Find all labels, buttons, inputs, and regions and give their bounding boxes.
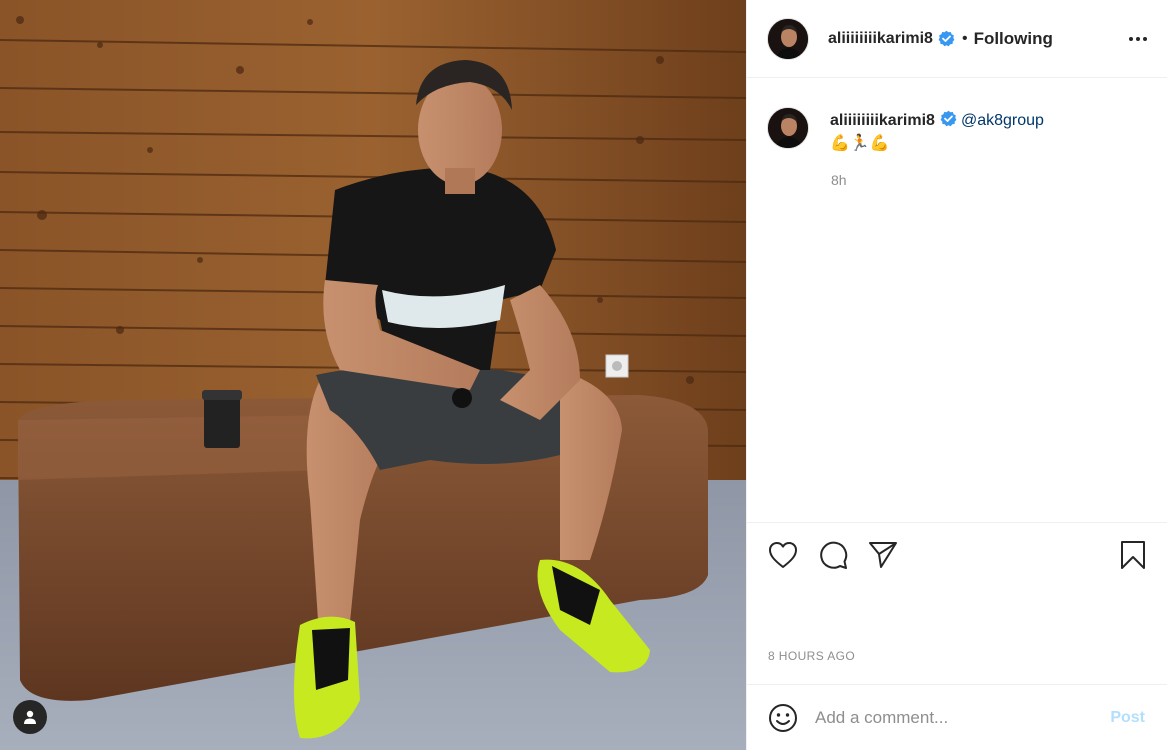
share-paper-plane-icon <box>869 542 897 568</box>
caption-author-avatar[interactable] <box>767 107 809 149</box>
separator-dot: • <box>961 29 968 47</box>
caption-username[interactable]: aliiiiiiiikarimi8 <box>830 112 935 129</box>
post-image <box>0 0 746 750</box>
post-caption: aliiiiiiiikarimi8 @ak8group 💪🏃💪 <box>767 106 1151 154</box>
author-username[interactable]: aliiiiiiiikarimi8 <box>828 30 933 48</box>
share-button[interactable] <box>867 539 899 571</box>
comment-bar: Post <box>747 684 1167 750</box>
caption-emoji: 💪🏃💪 <box>830 135 890 152</box>
post-header: aliiiiiiiikarimi8 • Following <box>747 0 1167 78</box>
more-options-icon <box>1129 36 1147 41</box>
save-button[interactable] <box>1117 539 1149 571</box>
like-button[interactable] <box>767 539 799 571</box>
action-bar <box>747 522 1167 594</box>
author-avatar[interactable] <box>767 17 809 60</box>
caption-mention-link[interactable]: @ak8group <box>961 112 1044 129</box>
tag-user-button[interactable] <box>13 700 47 734</box>
verified-badge-icon <box>938 30 955 47</box>
caption-timestamp[interactable]: 8h <box>831 172 847 188</box>
verified-badge-icon <box>940 110 957 127</box>
bookmark-icon <box>1121 541 1145 569</box>
post-photo[interactable] <box>0 0 746 750</box>
comment-button[interactable] <box>817 539 849 571</box>
post-time-ago[interactable]: 8 HOURS AGO <box>768 649 855 663</box>
following-button[interactable]: Following <box>974 29 1053 49</box>
emoji-picker-button[interactable] <box>767 702 799 734</box>
more-options-button[interactable] <box>1125 26 1151 52</box>
post-side-panel: aliiiiiiiikarimi8 • Following aliiiiiiii… <box>746 0 1167 750</box>
heart-icon <box>769 542 797 568</box>
post-comment-button[interactable]: Post <box>1110 709 1145 727</box>
smiley-icon <box>769 703 797 732</box>
user-tag-icon <box>24 710 36 724</box>
comment-input[interactable] <box>815 697 1111 738</box>
comment-bubble-icon <box>820 541 848 569</box>
